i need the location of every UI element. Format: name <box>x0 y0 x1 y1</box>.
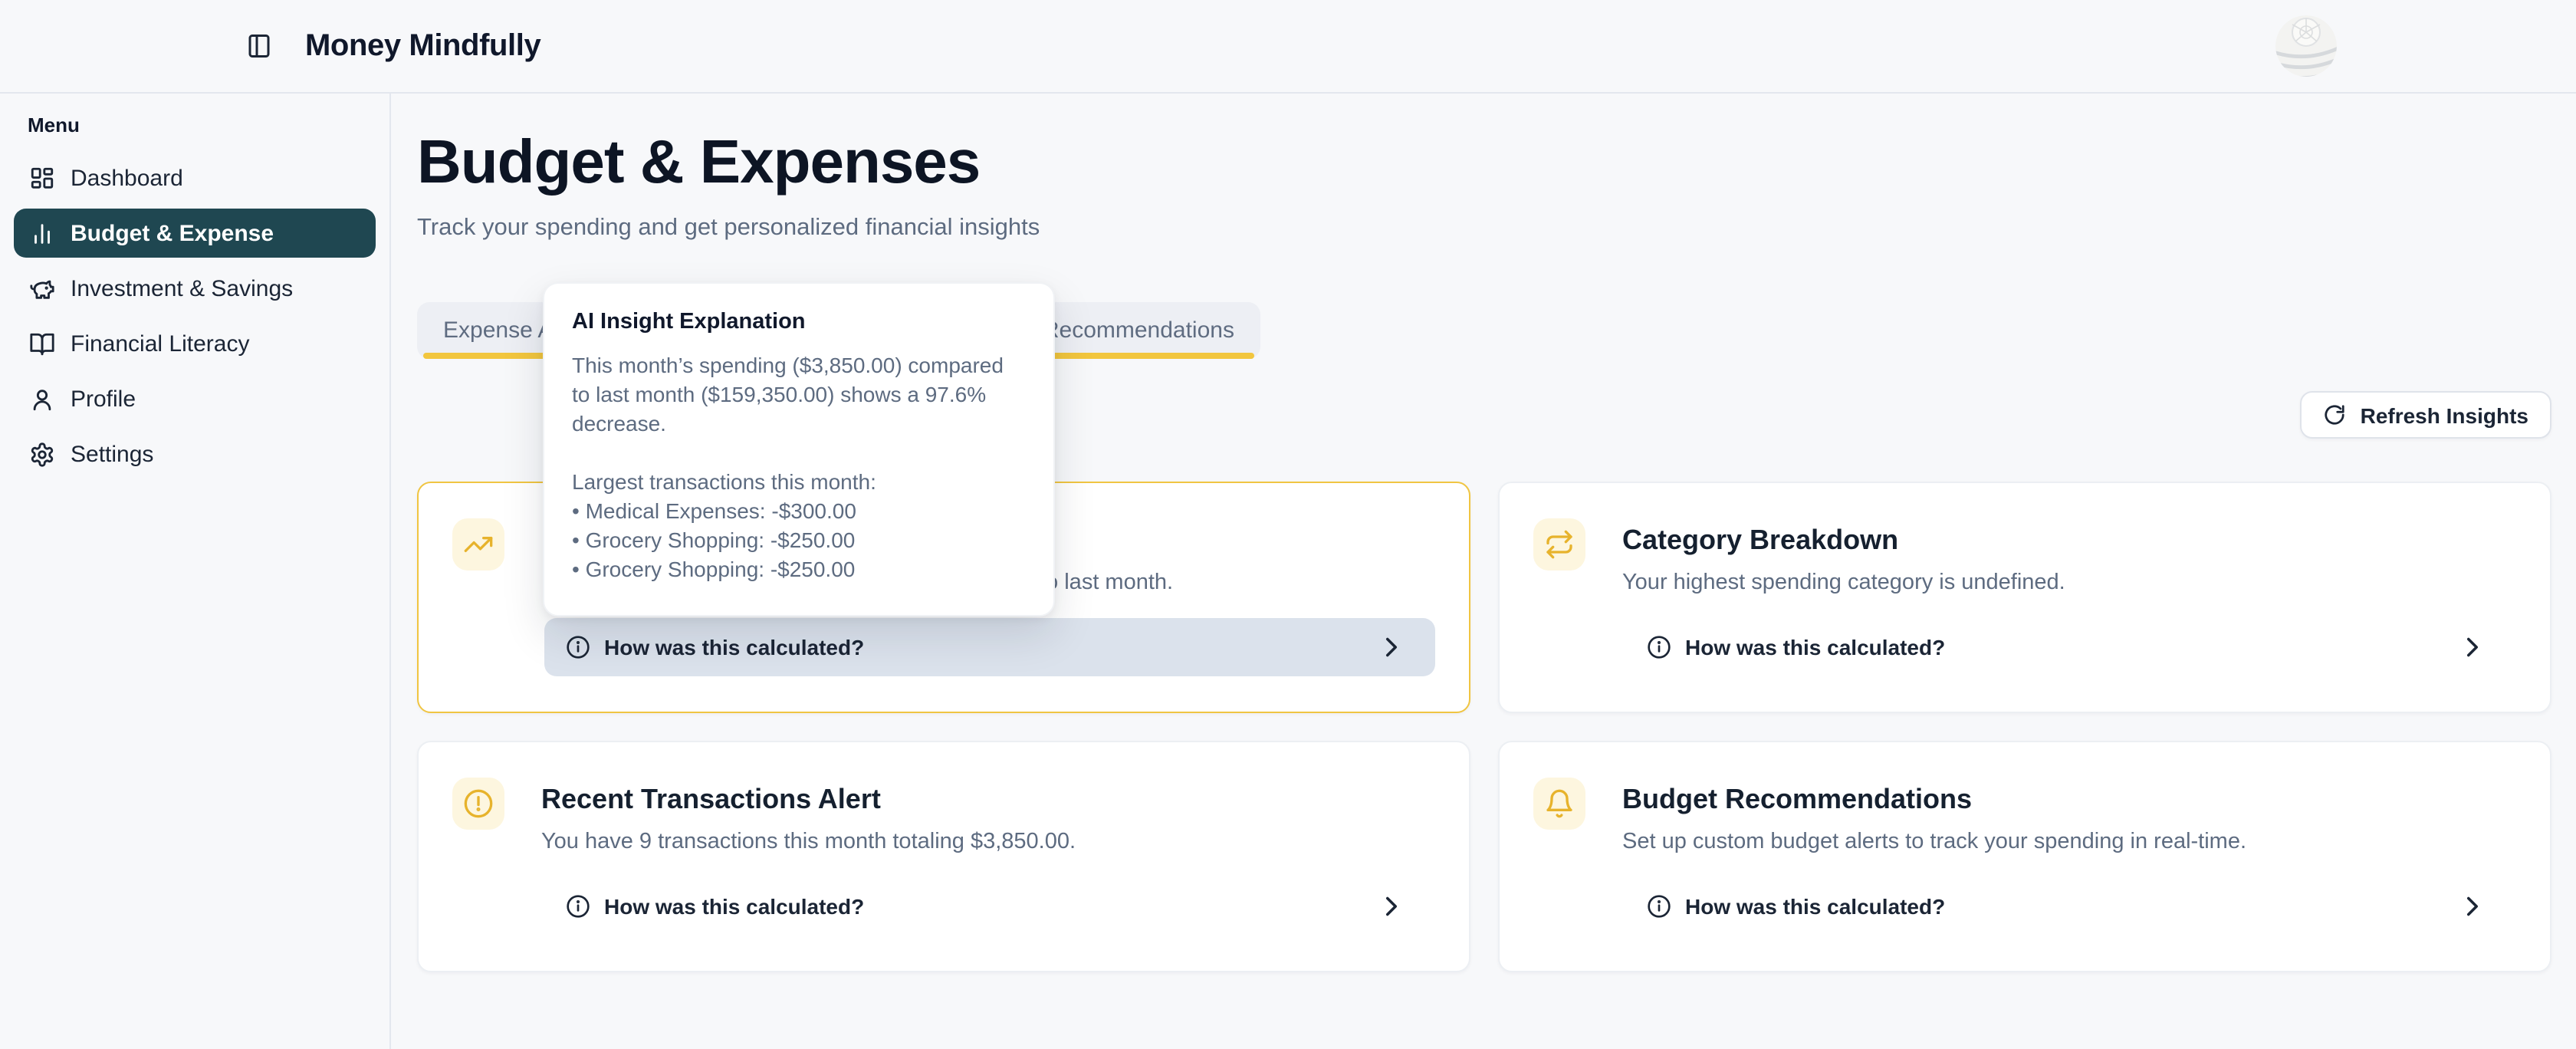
info-icon <box>566 894 590 919</box>
sidebar: Menu Dashboard Budget & Expense <box>0 94 391 1049</box>
sidebar-item-budget-expense[interactable]: Budget & Expense <box>14 209 376 258</box>
gear-icon <box>29 441 55 467</box>
card-description: Your highest spending category is undefi… <box>1622 567 2065 598</box>
app-title: Money Mindfully <box>305 23 540 69</box>
tooltip-body: This month’s spending ($3,850.00) compar… <box>572 351 1026 584</box>
panel-left-icon <box>245 32 273 60</box>
sidebar-item-label: Settings <box>71 441 153 467</box>
page-subtitle: Track your spending and get personalized… <box>417 212 1040 245</box>
how-calculated-button[interactable]: How was this calculated? <box>544 877 1435 936</box>
chevron-right-icon <box>2466 636 2479 658</box>
card-title: Budget Recommendations <box>1622 782 1972 816</box>
avatar-photo <box>2275 15 2337 77</box>
sidebar-item-label: Investment & Savings <box>71 275 293 301</box>
card-description: You have 9 transactions this month total… <box>541 827 1076 857</box>
info-icon <box>566 635 590 659</box>
card-description: Set up custom budget alerts to track you… <box>1622 827 2246 857</box>
chevron-right-icon <box>1385 896 1398 917</box>
sidebar-item-investment-savings[interactable]: Investment & Savings <box>14 264 376 313</box>
top-bar: Money Mindfully <box>0 0 2576 94</box>
sidebar-item-settings[interactable]: Settings <box>14 429 376 478</box>
info-icon <box>1647 894 1671 919</box>
bell-icon <box>1533 778 1585 830</box>
sidebar-item-label: Financial Literacy <box>71 330 249 357</box>
card-title: Category Breakdown <box>1622 523 1898 557</box>
card-category-breakdown: Category Breakdown Your highest spending… <box>1498 482 2551 713</box>
avatar[interactable] <box>2275 15 2337 77</box>
sidebar-item-label: Dashboard <box>71 165 183 191</box>
how-calculated-label: How was this calculated? <box>1685 894 1945 919</box>
user-icon <box>29 386 55 412</box>
info-icon <box>1647 635 1671 659</box>
page-title: Budget & Expenses <box>417 126 980 199</box>
trending-up-icon <box>452 518 504 571</box>
card-budget-recommendations: Budget Recommendations Set up custom bud… <box>1498 741 2551 972</box>
dashboard-grid-icon <box>29 165 55 191</box>
how-calculated-button[interactable]: How was this calculated? <box>1625 618 2516 676</box>
card-recent-transactions-alert: Recent Transactions Alert You have 9 tra… <box>417 741 1470 972</box>
how-calculated-button[interactable]: How was this calculated? <box>544 618 1435 676</box>
how-calculated-label: How was this calculated? <box>1685 635 1945 659</box>
book-open-icon <box>29 330 55 357</box>
chevron-right-icon <box>2466 896 2479 917</box>
sidebar-nav: Dashboard Budget & Expense Investme <box>14 153 376 478</box>
alert-circle-icon <box>452 778 504 830</box>
card-title: Recent Transactions Alert <box>541 782 881 816</box>
refresh-icon <box>2324 403 2347 426</box>
app-window: Money Mindfully <box>0 0 2576 1049</box>
tooltip-title: AI Insight Explanation <box>572 310 1026 334</box>
sidebar-item-label: Budget & Expense <box>71 220 274 246</box>
chevron-right-icon <box>1385 636 1398 658</box>
sidebar-toggle-button[interactable] <box>239 26 279 66</box>
sidebar-item-label: Profile <box>71 386 136 412</box>
sidebar-item-profile[interactable]: Profile <box>14 374 376 423</box>
card-description-fragment: to last month. <box>1040 567 1173 598</box>
sidebar-item-dashboard[interactable]: Dashboard <box>14 153 376 202</box>
refresh-insights-button[interactable]: Refresh Insights <box>2301 391 2551 439</box>
how-calculated-label: How was this calculated? <box>604 894 864 919</box>
sidebar-menu-label: Menu <box>28 113 80 136</box>
ai-insight-tooltip: AI Insight Explanation This month’s spen… <box>543 282 1055 617</box>
how-calculated-button[interactable]: How was this calculated? <box>1625 877 2516 936</box>
how-calculated-label: How was this calculated? <box>604 635 864 659</box>
repeat-icon <box>1533 518 1585 571</box>
piggy-bank-icon <box>29 275 55 301</box>
bar-chart-icon <box>29 220 55 246</box>
sidebar-item-financial-literacy[interactable]: Financial Literacy <box>14 319 376 368</box>
refresh-button-label: Refresh Insights <box>2361 403 2528 427</box>
